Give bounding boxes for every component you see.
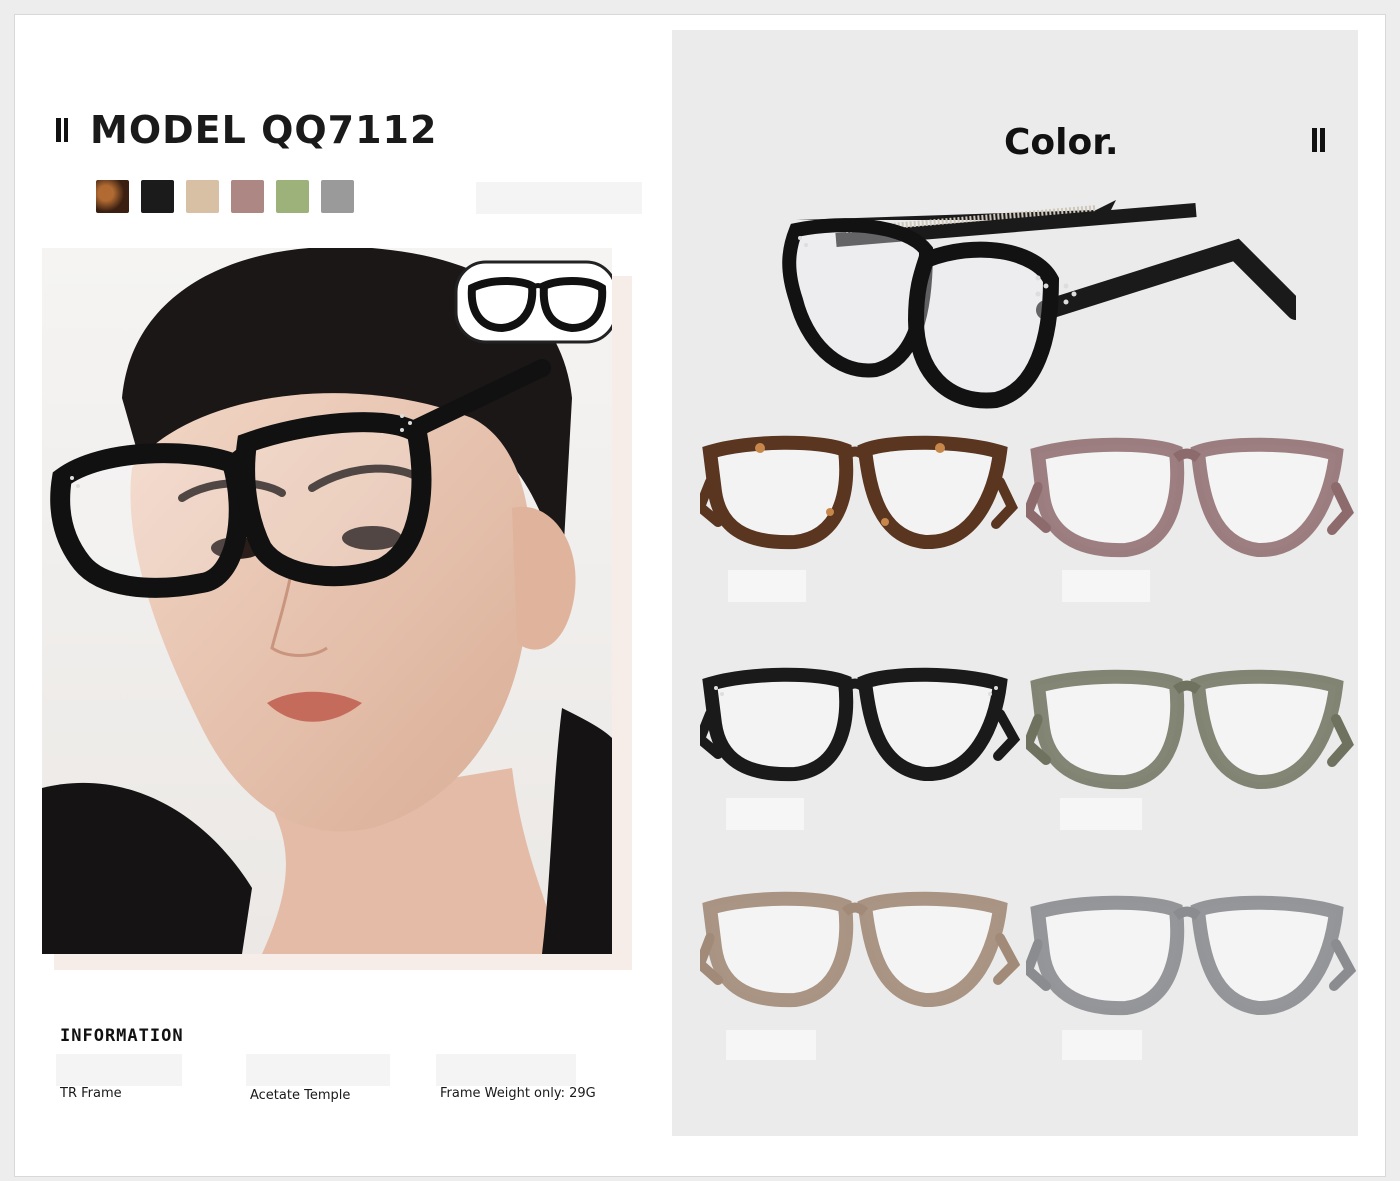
swatch-black[interactable] <box>141 180 174 213</box>
swatch-mauve[interactable] <box>231 180 264 213</box>
frame-name-tag <box>726 798 804 830</box>
info-item-temple: Acetate Temple <box>250 1088 351 1103</box>
model-title: MODEL QQ7112 <box>90 108 438 152</box>
frame-name-tag <box>1060 798 1142 830</box>
info-item-frame: TR Frame <box>60 1086 122 1101</box>
swatch-green[interactable] <box>276 180 309 213</box>
title-bar-icon <box>56 118 68 142</box>
frame-name-tag <box>1062 570 1150 602</box>
blank-label <box>56 1054 182 1086</box>
frame-name-tag <box>1062 1030 1142 1060</box>
blank-label <box>436 1054 576 1086</box>
model-photo <box>42 248 612 954</box>
blank-label <box>246 1054 390 1086</box>
frame-grey[interactable] <box>1022 892 1357 1021</box>
info-item-weight: Frame Weight only: 29G <box>440 1086 596 1101</box>
frame-mauve[interactable] <box>1022 432 1356 567</box>
information-heading: INFORMATION <box>60 1026 184 1046</box>
frame-brown[interactable] <box>694 886 1021 1015</box>
swatch-tortoise[interactable] <box>96 180 129 213</box>
model-header: MODEL QQ7112 <box>56 108 437 152</box>
title-bar-icon <box>1312 128 1325 152</box>
frame-tortoise[interactable] <box>694 432 1020 557</box>
frame-olive[interactable] <box>1022 664 1356 799</box>
frame-name-tag <box>728 570 806 602</box>
blank-label <box>476 182 642 214</box>
color-swatches <box>96 180 354 213</box>
swatch-beige[interactable] <box>186 180 219 213</box>
hero-glasses-image <box>782 200 1296 409</box>
color-title: Color. <box>1004 122 1119 163</box>
color-panel: Color. <box>672 30 1358 1136</box>
frame-black[interactable] <box>694 664 1021 789</box>
frame-name-tag <box>726 1030 816 1060</box>
swatch-grey[interactable] <box>321 180 354 213</box>
